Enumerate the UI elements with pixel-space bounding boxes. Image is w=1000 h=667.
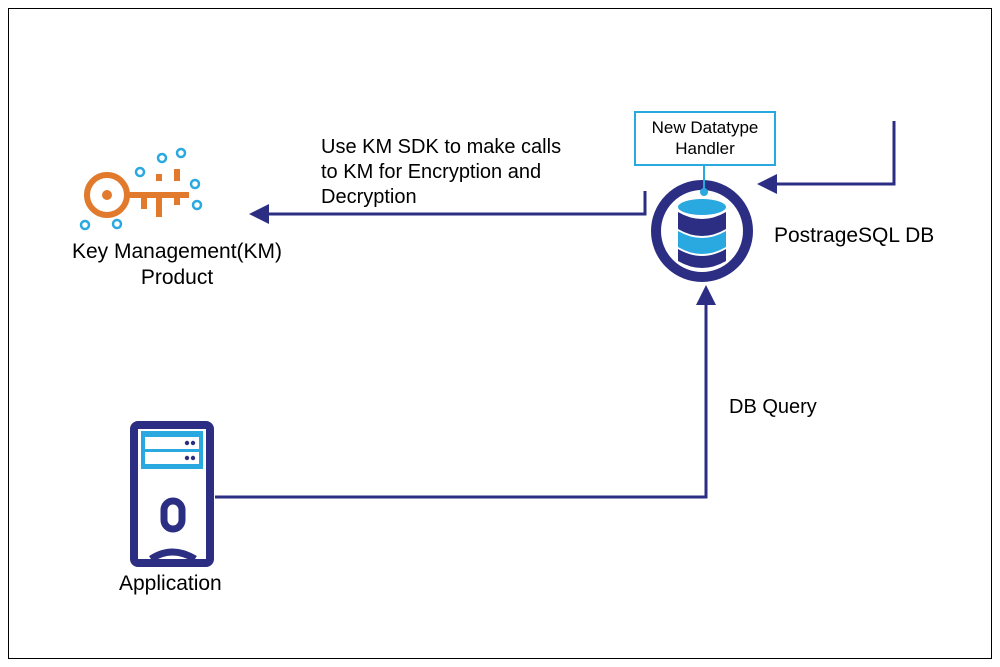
sdk-edge-label: Use KM SDK to make calls to KM for Encry… (321, 135, 561, 210)
db-label-text: PostrageSQL DB (774, 224, 934, 247)
application-label-text: Application (119, 572, 222, 595)
sdk-edge-text: Use KM SDK to make calls to KM for Encry… (321, 136, 561, 208)
key-icon (81, 149, 201, 229)
km-label: Key Management(KM) Product (47, 239, 307, 292)
datatype-callout: New Datatype Handler (634, 111, 776, 166)
application-label: Application (119, 571, 222, 597)
arrow-query (215, 295, 706, 497)
km-label-text: Key Management(KM) Product (72, 240, 282, 289)
diagram-frame: Key Management(KM) Product Application P… (8, 8, 992, 659)
datatype-callout-text: New Datatype Handler (652, 118, 759, 158)
database-icon (656, 185, 748, 277)
server-icon (134, 425, 210, 563)
arrow-db-in (767, 121, 894, 184)
db-label: PostrageSQL DB (774, 223, 934, 249)
diagram-canvas (9, 9, 993, 660)
query-edge-text: DB Query (729, 396, 817, 418)
query-edge-label: DB Query (729, 395, 817, 420)
